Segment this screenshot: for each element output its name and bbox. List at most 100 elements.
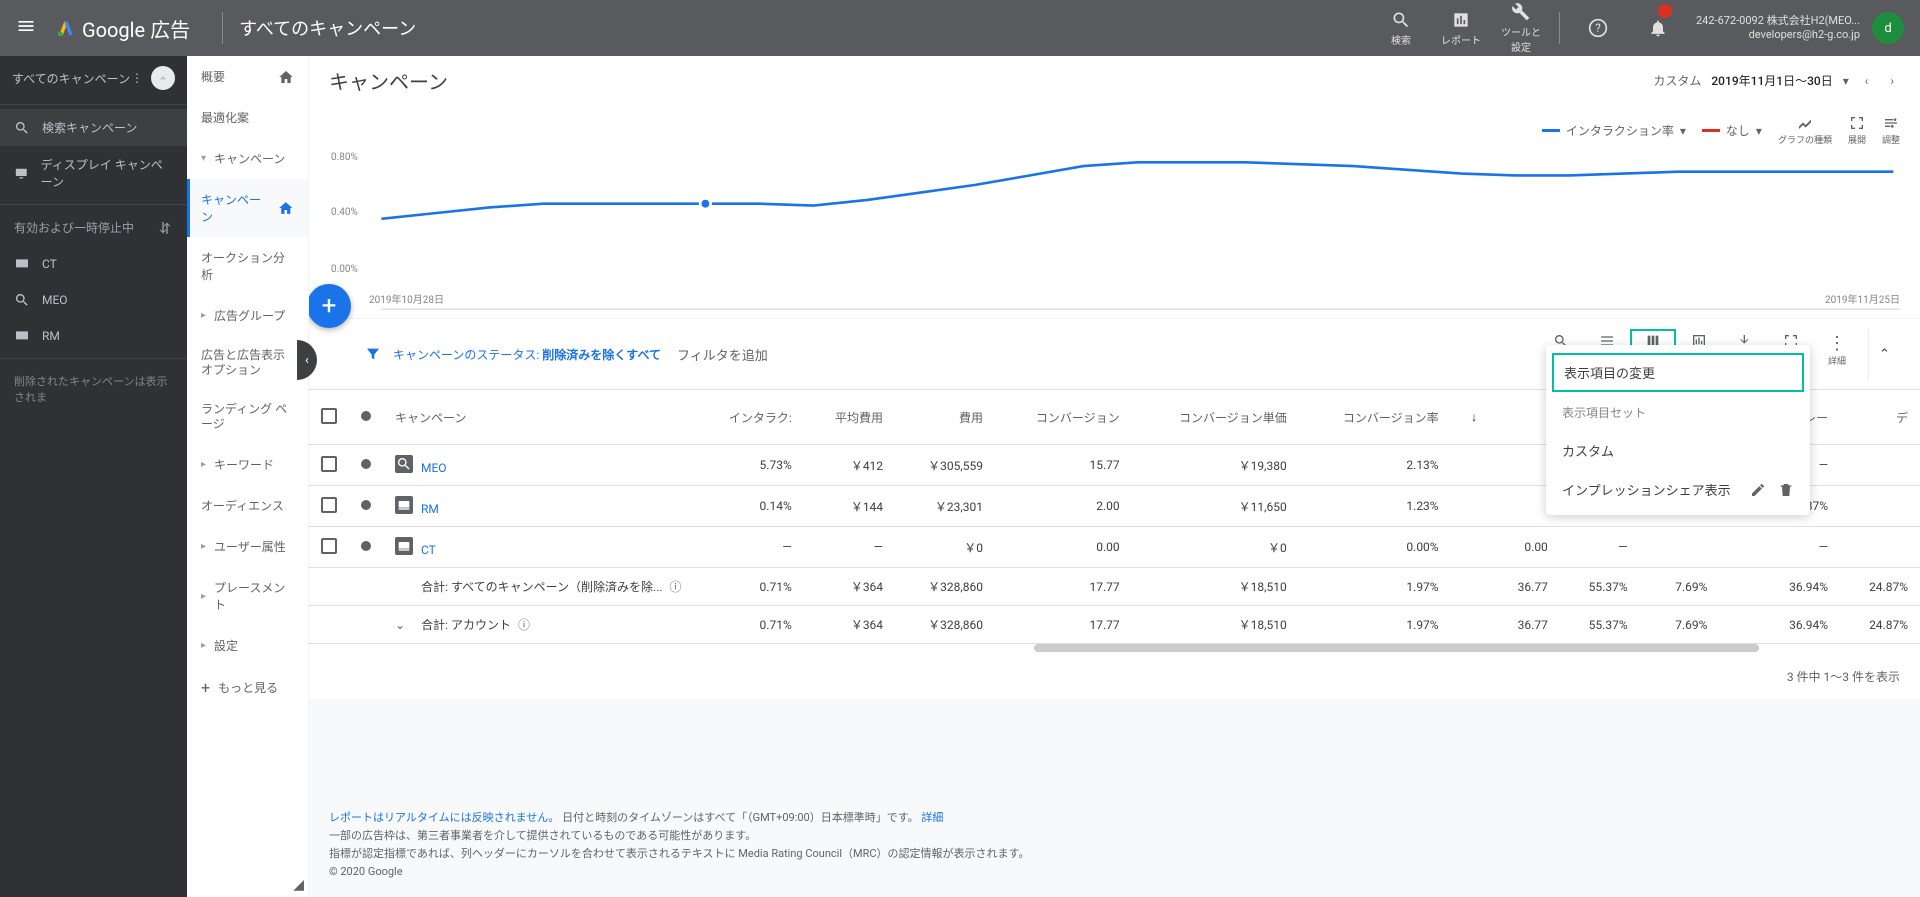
- nav-auction-insights[interactable]: オークション分析: [187, 237, 308, 295]
- row-checkbox[interactable]: [321, 538, 337, 554]
- sort-icon: [157, 220, 173, 236]
- resize-handle-icon[interactable]: ◢: [293, 877, 304, 893]
- line-chart: 0.80% 0.40% 0.00% 2019年10月28日 2019年11月25…: [329, 152, 1900, 292]
- more-icon[interactable]: ⋮: [131, 71, 143, 85]
- row-checkbox[interactable]: [321, 456, 337, 472]
- display-icon: [14, 165, 29, 181]
- chart-panel: インタラクション率▾ なし▾ グラフの種類 展開 調整 0.80% 0.40% …: [309, 105, 1920, 318]
- help-icon[interactable]: ?: [1568, 0, 1628, 56]
- table-more-button[interactable]: ⋮詳細: [1814, 329, 1860, 379]
- menu-icon[interactable]: [16, 16, 40, 40]
- nav-ads-extensions[interactable]: 広告と広告表示オプション: [187, 336, 308, 390]
- avatar[interactable]: d: [1872, 12, 1904, 44]
- chart-metric-1[interactable]: インタラクション率▾: [1542, 122, 1686, 139]
- sidebar-status-filter[interactable]: 有効および一時停止中: [0, 209, 187, 246]
- col-interaction[interactable]: インタラク:: [694, 390, 804, 445]
- col-cost[interactable]: 費用: [895, 390, 995, 445]
- delete-icon[interactable]: [1778, 482, 1794, 498]
- col-sorted[interactable]: ↓: [1451, 390, 1492, 445]
- sidebar-item-display-campaign[interactable]: ディスプレイ キャンペーン: [0, 146, 187, 200]
- nav-overview[interactable]: 概要: [187, 56, 308, 97]
- collapse-circle-icon[interactable]: [151, 66, 175, 90]
- next-period-button[interactable]: ›: [1884, 74, 1900, 88]
- nav-campaigns[interactable]: キャンペーン: [187, 179, 308, 237]
- date-range-picker[interactable]: カスタム 2019年11月1日～30日 ▾ ‹ ›: [1653, 72, 1900, 89]
- header-divider-2: [1559, 12, 1560, 44]
- chevron-down-icon: ▾: [1756, 124, 1762, 138]
- filter-chip[interactable]: キャンペーンのステータス: 削除済みを除くすべて: [393, 346, 661, 363]
- google-ads-logo[interactable]: Google 広告: [56, 14, 190, 43]
- sidebar-campaign-ct[interactable]: CT: [0, 246, 187, 282]
- help-icon[interactable]: ⓘ: [670, 580, 682, 594]
- chart-adjust-button[interactable]: 調整: [1882, 115, 1900, 146]
- help-icon[interactable]: ⓘ: [518, 618, 530, 632]
- sort-desc-icon: ↓: [1471, 410, 1477, 424]
- chevron-right-icon: ▸: [201, 640, 206, 651]
- nav-recommendations[interactable]: 最適化案: [187, 97, 308, 138]
- sidebar-campaign-rm[interactable]: RM: [0, 318, 187, 354]
- chart-expand-button[interactable]: 展開: [1848, 115, 1866, 146]
- chart-metric-2[interactable]: なし▾: [1702, 122, 1762, 139]
- search-icon: [14, 120, 30, 136]
- nav-demographics[interactable]: ▸ユーザー属性: [187, 526, 308, 567]
- header-search[interactable]: 検索: [1371, 0, 1431, 56]
- nav-audiences[interactable]: オーディエンス: [187, 485, 308, 526]
- col-convrate[interactable]: コンバージョン率: [1299, 390, 1451, 445]
- sidebar-scope[interactable]: すべてのキャンペーン ⋮: [0, 56, 187, 100]
- nav-campaigns-parent[interactable]: ▾キャンペーン: [187, 138, 308, 179]
- horizontal-scrollbar[interactable]: [309, 644, 1920, 654]
- row-checkbox[interactable]: [321, 497, 337, 513]
- page-title: キャンペーン: [329, 66, 448, 95]
- chevron-down-icon: ▾: [201, 153, 206, 164]
- nav-landing-pages[interactable]: ランディング ページ: [187, 390, 308, 444]
- home-icon: [278, 200, 294, 216]
- chart-type-button[interactable]: グラフの種類: [1778, 115, 1832, 146]
- campaign-link[interactable]: RM: [421, 502, 439, 516]
- display-icon: [14, 328, 30, 344]
- collapse-chart-button[interactable]: ⌃: [1868, 329, 1900, 379]
- add-campaign-fab[interactable]: +: [309, 284, 351, 328]
- sidebar-item-search-campaign[interactable]: 検索キャンペーン: [0, 109, 187, 146]
- footer-details-link[interactable]: 詳細: [921, 811, 943, 824]
- account-info[interactable]: 242-672-0092 株式会社H2(MEO... developers@h2…: [1696, 14, 1860, 42]
- col-conv[interactable]: コンバージョン: [995, 390, 1132, 445]
- app-header: Google 広告 すべてのキャンペーン 検索 レポート ツールと 設定 ? 2…: [0, 0, 1920, 56]
- table-total-row: ⌄合計: アカウント ⓘ0.71%￥364￥328,86017.77￥18,51…: [309, 606, 1920, 644]
- nav-keywords[interactable]: ▸キーワード: [187, 444, 308, 485]
- footer-realtime-link[interactable]: レポートはリアルタイムには反映されません。: [329, 811, 559, 824]
- chevron-down-icon[interactable]: ⌄: [395, 618, 405, 632]
- search-icon: [14, 292, 30, 308]
- left-sidebar: すべてのキャンペーン ⋮ 検索キャンペーン ディスプレイ キャンペーン 有効およ…: [0, 56, 187, 897]
- col-campaign[interactable]: キャンペーン: [383, 390, 694, 445]
- col-de[interactable]: デ: [1840, 390, 1920, 445]
- col-avgcost[interactable]: 平均費用: [804, 390, 895, 445]
- page-footer: レポートはリアルタイムには反映されません。 日付と時刻のタイムゾーンはすべて「（…: [309, 793, 1920, 897]
- edit-icon[interactable]: [1750, 482, 1766, 498]
- display-icon: [14, 256, 30, 272]
- notifications-icon[interactable]: [1628, 0, 1688, 56]
- modify-columns-item[interactable]: 表示項目の変更: [1552, 353, 1804, 392]
- nav-placements[interactable]: ▸プレースメント: [187, 567, 308, 625]
- header-report[interactable]: レポート: [1431, 0, 1491, 56]
- add-filter-input[interactable]: フィルタを追加: [677, 345, 768, 364]
- nav-more[interactable]: +もっと見る: [187, 666, 308, 709]
- select-all-checkbox[interactable]: [321, 408, 337, 424]
- column-preset-impshare[interactable]: インプレッションシェア表示: [1546, 470, 1810, 509]
- prev-period-button[interactable]: ‹: [1859, 74, 1875, 88]
- chevron-down-icon: ▾: [1680, 124, 1686, 138]
- sidebar-campaign-meo[interactable]: MEO: [0, 282, 187, 318]
- header-tools[interactable]: ツールと 設定: [1491, 0, 1551, 56]
- table-row[interactable]: CT——￥00.00￥00.00%0.00——: [309, 527, 1920, 568]
- chart-controls: インタラクション率▾ なし▾ グラフの種類 展開 調整: [329, 109, 1900, 152]
- nav-settings[interactable]: ▸設定: [187, 625, 308, 666]
- nav-adgroups[interactable]: ▸広告グループ: [187, 295, 308, 336]
- campaign-link[interactable]: MEO: [421, 461, 447, 475]
- campaign-link[interactable]: CT: [421, 543, 436, 557]
- column-preset-custom[interactable]: カスタム: [1546, 431, 1810, 470]
- main-content: キャンペーン カスタム 2019年11月1日～30日 ▾ ‹ › インタラクショ…: [309, 56, 1920, 897]
- campaign-type-icon: [395, 496, 413, 514]
- table-total-row: ⌄合計: すべてのキャンペーン（削除済みを除... ⓘ0.71%￥364￥328…: [309, 568, 1920, 606]
- nav-column: 概要 最適化案 ▾キャンペーン キャンペーン オークション分析 ▸広告グループ …: [187, 56, 309, 897]
- ads-logo-icon: [56, 18, 76, 38]
- col-costperconv[interactable]: コンバージョン単価: [1132, 390, 1299, 445]
